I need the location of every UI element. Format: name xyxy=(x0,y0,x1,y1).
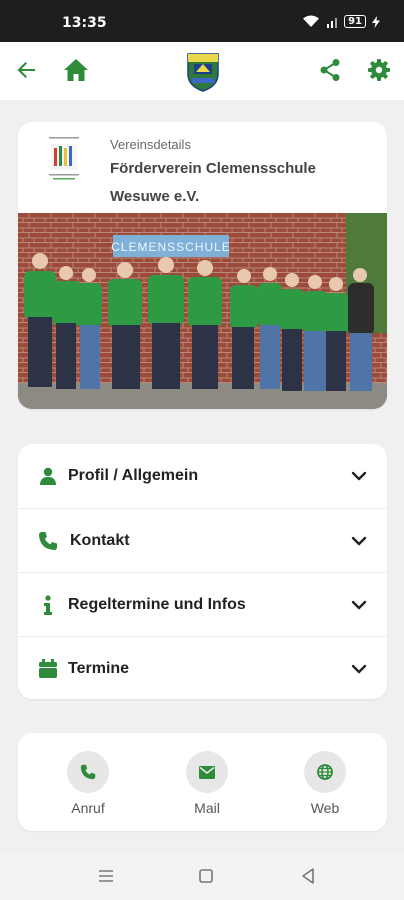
section-kicker: Vereinsdetails xyxy=(110,137,191,152)
mail-button[interactable]: Mail xyxy=(172,751,242,816)
triangle-back-icon xyxy=(302,868,314,884)
phone-icon xyxy=(80,764,96,780)
person-icon xyxy=(38,467,58,485)
envelope-icon xyxy=(199,765,215,779)
photo-sign: CLEMENSSCHULE xyxy=(111,240,231,254)
chevron-down-icon xyxy=(351,536,367,545)
square-icon xyxy=(199,869,213,883)
back-nav-button[interactable] xyxy=(297,866,319,886)
club-details-card: Vereinsdetails Förderverein Clemensschul… xyxy=(18,122,387,409)
menu-lines-icon xyxy=(99,870,113,882)
charging-icon xyxy=(372,15,380,28)
back-arrow-icon xyxy=(17,62,35,78)
status-bar: 13:35 91 xyxy=(0,0,404,42)
contact-actions-card: Anruf Mail Web xyxy=(18,733,387,831)
mail-circle xyxy=(186,751,228,793)
web-button[interactable]: Web xyxy=(290,751,360,816)
club-name: Förderverein Clemensschule Wesuwe e.V. xyxy=(110,160,316,205)
accordion-item-contact[interactable]: Kontakt xyxy=(18,508,387,572)
back-button[interactable] xyxy=(12,56,40,84)
system-nav-bar xyxy=(0,852,404,900)
home-icon xyxy=(64,59,88,81)
info-accordion: Profil / Allgemein Kontakt Regeltermine … xyxy=(18,444,387,699)
status-time: 13:35 xyxy=(62,15,107,31)
chevron-down-icon xyxy=(351,600,367,609)
accordion-label: Profil / Allgemein xyxy=(68,467,199,484)
accordion-label: Termine xyxy=(68,659,130,677)
info-icon xyxy=(38,594,58,615)
chevron-down-icon xyxy=(351,471,367,481)
calendar-icon xyxy=(38,659,58,678)
call-button[interactable]: Anruf xyxy=(53,751,123,816)
web-label: Web xyxy=(310,800,340,816)
home-button[interactable] xyxy=(62,56,90,84)
wifi-icon xyxy=(303,15,320,27)
settings-gear-icon xyxy=(368,59,390,81)
accordion-item-regular-dates[interactable]: Regeltermine und Infos xyxy=(18,572,387,636)
club-logo xyxy=(46,136,82,180)
mail-label: Mail xyxy=(194,800,220,816)
signal-icon xyxy=(327,17,338,28)
share-icon xyxy=(320,59,340,81)
recent-apps-button[interactable] xyxy=(95,866,117,886)
settings-button[interactable] xyxy=(365,56,393,84)
accordion-label: Regeltermine und Infos xyxy=(68,595,246,613)
call-label: Anruf xyxy=(71,800,105,816)
accordion-item-profile[interactable]: Profil / Allgemein xyxy=(18,444,387,508)
home-nav-button[interactable] xyxy=(195,866,217,886)
app-bar xyxy=(0,42,404,100)
web-circle xyxy=(304,751,346,793)
phone-icon xyxy=(38,531,58,551)
battery-indicator: 91 xyxy=(344,15,366,28)
town-crest-logo xyxy=(187,53,219,92)
share-button[interactable] xyxy=(316,56,344,84)
status-icons: 91 xyxy=(302,15,380,28)
globe-icon xyxy=(317,764,333,780)
call-circle xyxy=(67,751,109,793)
chevron-down-icon xyxy=(351,664,367,673)
accordion-item-dates[interactable]: Termine xyxy=(18,636,387,699)
group-photo: CLEMENSSCHULE xyxy=(18,213,387,409)
accordion-label: Kontakt xyxy=(70,531,130,549)
